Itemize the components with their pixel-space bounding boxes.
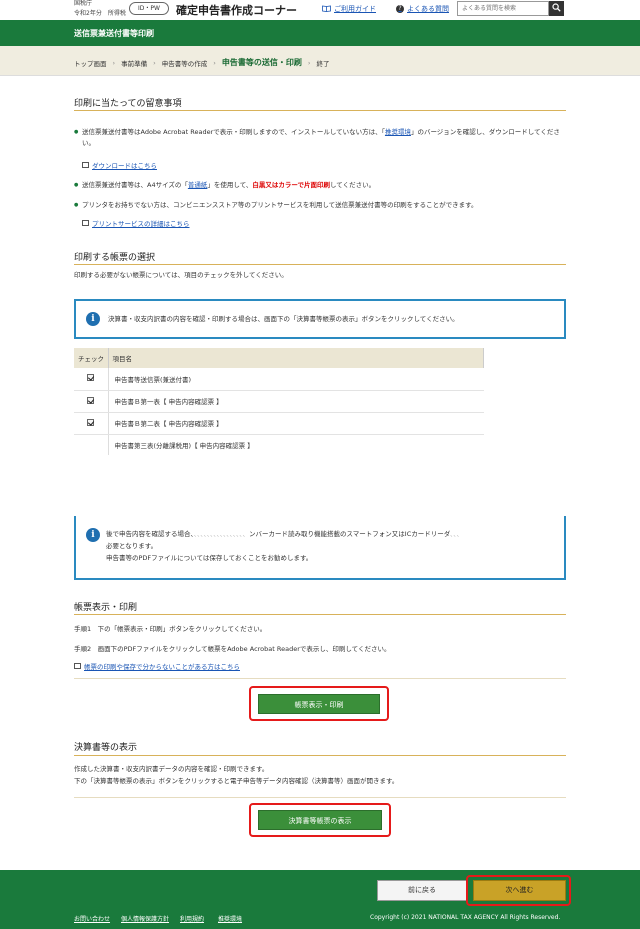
print-step2: 手順2 画面下のPDFファイルをクリックして帳票をAdobe Acrobat R… (74, 645, 391, 653)
breadcrumb-item: 事前準備 (121, 59, 148, 68)
search-input[interactable] (457, 1, 549, 16)
col-item: 項目名 (108, 348, 484, 368)
print-step1: 手順1 下の「帳票表示・印刷」ボタンをクリックしてください。 (74, 625, 267, 633)
divider (74, 755, 566, 756)
note-item: 送信票兼送付書等はAdobe Acrobat Readerで表示・印刷しますので… (74, 127, 566, 149)
print-service-link[interactable]: プリントサービスの詳細はこちら (82, 218, 190, 228)
note-item: 送信票兼送付書等は、A4サイズの「普通紙」を使用して、白黒又はカラーで片面印刷し… (74, 180, 566, 191)
info-box: i 決算書・収支内訳書の内容を確認・印刷する場合は、画面下の「決算書等帳票の表示… (74, 299, 566, 339)
print-title: 帳票表示・印刷 (74, 603, 138, 613)
download-link[interactable]: ダウンロードはこちら (82, 160, 157, 170)
blank-area (0, 350, 74, 505)
print-forms-button[interactable]: 帳票表示・印刷 (258, 694, 380, 714)
chevron-right-icon: › (213, 58, 216, 67)
tax-year: 令和2年分 所得税 (74, 10, 126, 17)
page-title-bar: 送信票兼送付書等印刷 (0, 20, 640, 46)
divider (74, 797, 566, 798)
search-button[interactable] (549, 1, 564, 16)
breadcrumb-item: トップ画面 (74, 59, 107, 68)
footer-link-contact[interactable]: お問い合わせ (74, 914, 110, 923)
info-icon: i (86, 528, 100, 542)
divider (74, 614, 566, 615)
idpw-badge: ID・PW (129, 2, 169, 15)
form-name: 申告書第三表(分離課税用)【 申告内容確認票 】 (108, 434, 484, 457)
window-icon (82, 162, 89, 168)
forms-table: チェック 項目名 申告書等送信票(兼送付書) 申告書Ｂ第一表【 申告内容確認票 … (74, 348, 484, 457)
form-name: 申告書Ｂ第一表【 申告内容確認票 】 (108, 390, 484, 413)
info-icon: i (86, 312, 100, 326)
table-row: 申告書第三表(分離課税用)【 申告内容確認票 】 (74, 434, 484, 457)
app-title: 確定申告書作成コーナー (176, 4, 297, 17)
col-check: チェック (74, 348, 109, 368)
form-name: 申告書Ｂ第二表【 申告内容確認票 】 (108, 412, 484, 435)
page-title: 送信票兼送付書等印刷 (74, 29, 154, 38)
form-checkbox[interactable] (87, 396, 95, 404)
window-icon (82, 220, 89, 226)
form-name: 申告書等送信票(兼送付書) (108, 368, 484, 391)
info-box-pdf: i 後で申告内容を確認する場合、、、、、、、、、、、、、、、、、ンバーカード読み… (74, 516, 566, 580)
settlement-line1: 作成した決算書・収支内訳書データの内容を確認・印刷できます。 (74, 765, 269, 773)
recommended-env-link[interactable]: 推奨環境 (385, 128, 411, 136)
chevron-right-icon: › (112, 58, 116, 67)
back-button[interactable]: 前に戻る (377, 880, 467, 901)
notes-title: 印刷に当たっての留意事項 (74, 99, 182, 109)
chevron-right-icon: › (307, 58, 311, 67)
table-row: 申告書Ｂ第一表【 申告内容確認票 】 (74, 390, 484, 413)
show-settlement-button[interactable]: 決算書等帳票の表示 (258, 810, 382, 830)
info-line: 後で申告内容を確認する場合、、、、、、、、、、、、、、、、、ンバーカード読み取り… (106, 530, 463, 538)
info-text: 決算書・収支内訳書の内容を確認・印刷する場合は、画面下の「決算書等帳票の表示」ボ… (108, 315, 459, 323)
breadcrumb: トップ画面 › 事前準備 › 申告書等の作成 › 申告書等の送信・印刷 › 終了 (0, 46, 640, 76)
select-title: 印刷する帳票の選択 (74, 253, 156, 263)
footer-link-env[interactable]: 推奨環境 (218, 914, 242, 923)
faq-link[interactable]: ? よくある質問 (396, 4, 449, 14)
info-line: 申告書等のPDFファイルについては保存しておくことをお勧めします。 (106, 554, 313, 562)
chevron-right-icon: › (153, 58, 156, 67)
blank-area (74, 455, 494, 513)
copyright: Copyright (c) 2021 NATIONAL TAX AGENCY A… (370, 914, 561, 921)
note-item: プリンタをお持ちでない方は、コンビニエンスストア等のプリントサービスを利用して送… (74, 200, 566, 211)
settlement-title: 決算書等の表示 (74, 743, 138, 753)
divider (74, 110, 566, 111)
divider (74, 264, 566, 265)
table-row: 申告書等送信票(兼送付書) (74, 368, 484, 391)
plain-paper-link[interactable]: 普通紙 (188, 181, 208, 189)
settlement-line2: 下の「決算書等帳票の表示」ボタンをクリックすると電子申告等データ内容確認（決算書… (74, 777, 399, 785)
breadcrumb-current: 申告書等の送信・印刷 (221, 58, 302, 67)
breadcrumb-item: 終了 (316, 59, 330, 68)
guide-link[interactable]: ご利用ガイド (322, 4, 376, 14)
agency-name: 国税庁 (74, 0, 93, 7)
table-header: チェック 項目名 (74, 348, 484, 368)
question-icon: ? (396, 5, 404, 13)
book-icon (322, 5, 331, 14)
window-icon (74, 663, 81, 669)
divider (74, 678, 566, 679)
select-description: 印刷する必要がない帳票については、項目のチェックを外してください。 (74, 271, 288, 279)
header: 国税庁 令和2年分 所得税 ID・PW 確定申告書作成コーナー ご利用ガイド ?… (0, 0, 640, 20)
footer-link-terms[interactable]: 利用規約 (180, 914, 204, 923)
breadcrumb-item: 申告書等の作成 (161, 59, 208, 68)
footer-link-privacy[interactable]: 個人情報保護方針 (121, 914, 169, 923)
form-checkbox[interactable] (87, 374, 95, 382)
info-line: 必要となります。 (106, 542, 158, 550)
form-checkbox[interactable] (87, 418, 95, 426)
search-icon (552, 3, 561, 14)
print-help-link[interactable]: 帳票の印刷や保存で分からないことがある方はこちら (74, 661, 240, 671)
table-row: 申告書Ｂ第二表【 申告内容確認票 】 (74, 412, 484, 435)
next-button[interactable]: 次へ進む (473, 880, 566, 901)
